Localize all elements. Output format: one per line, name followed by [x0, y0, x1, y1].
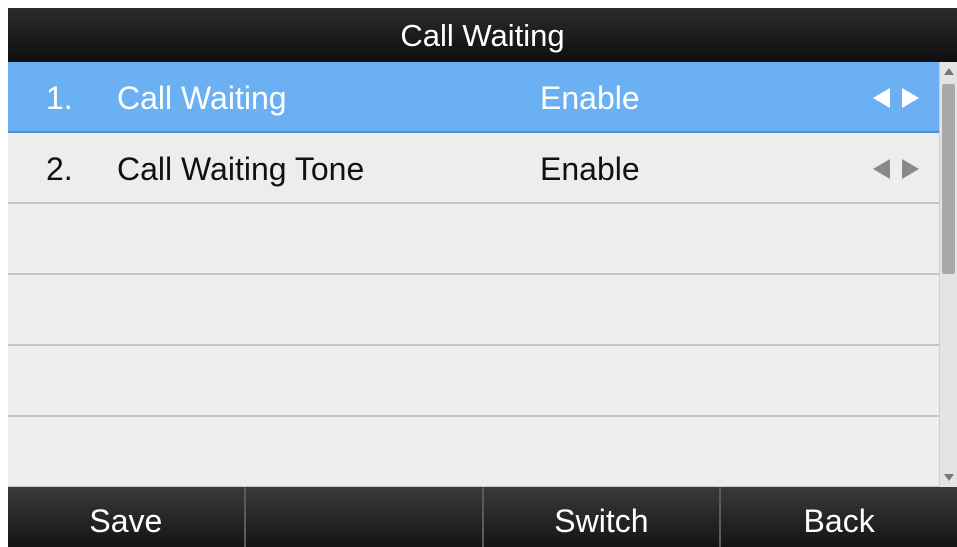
- right-arrow-icon[interactable]: [902, 88, 919, 108]
- empty-row: [8, 346, 939, 417]
- empty-row: [8, 204, 939, 275]
- switch-softkey[interactable]: Switch: [484, 487, 722, 547]
- right-arrow-icon[interactable]: [902, 159, 919, 179]
- phone-screen: Call Waiting 1. Call Waiting Enable 2. C…: [8, 8, 957, 547]
- list-item-call-waiting[interactable]: 1. Call Waiting Enable: [8, 62, 939, 133]
- empty-row: [8, 417, 939, 488]
- left-arrow-icon[interactable]: [873, 88, 890, 108]
- back-softkey[interactable]: Back: [721, 487, 957, 547]
- left-arrow-icon[interactable]: [873, 159, 890, 179]
- scroll-up-icon[interactable]: [944, 68, 954, 75]
- scroll-thumb[interactable]: [942, 84, 955, 274]
- item-number: 2.: [46, 151, 73, 187]
- settings-list: 1. Call Waiting Enable 2. Call Waiting T…: [8, 62, 939, 488]
- item-value[interactable]: Enable: [540, 62, 640, 134]
- item-label: Call Waiting Tone: [117, 151, 365, 187]
- scroll-down-icon[interactable]: [944, 474, 954, 481]
- empty-softkey[interactable]: [246, 487, 484, 547]
- save-softkey[interactable]: Save: [8, 487, 246, 547]
- item-label: Call Waiting: [117, 80, 287, 116]
- item-value[interactable]: Enable: [540, 133, 640, 205]
- scrollbar[interactable]: [939, 62, 957, 487]
- softkey-bar: Save Switch Back: [8, 487, 957, 547]
- page-title: Call Waiting: [400, 18, 565, 53]
- title-bar: Call Waiting: [8, 8, 957, 62]
- empty-row: [8, 275, 939, 346]
- list-item-call-waiting-tone[interactable]: 2. Call Waiting Tone Enable: [8, 133, 939, 204]
- value-switcher[interactable]: [873, 159, 919, 179]
- value-switcher[interactable]: [873, 88, 919, 108]
- item-number: 1.: [46, 80, 73, 116]
